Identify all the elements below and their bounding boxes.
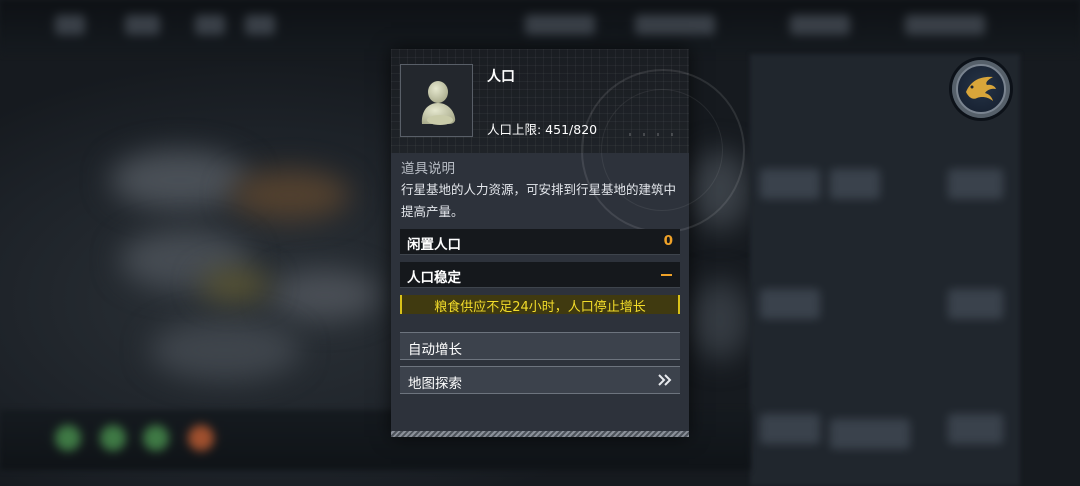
auto-growth-label: 自动增长	[408, 342, 462, 358]
population-person-icon	[421, 81, 456, 125]
popup-header: 人口 人口上限: 451/820	[391, 49, 745, 233]
idle-population-row: 闲置人口 0	[400, 229, 680, 255]
warning-text: 粮食供应不足24小时，人口停止增长	[434, 300, 646, 315]
popup-footer-stripe	[391, 431, 689, 437]
food-shortage-warning: 粮食供应不足24小时，人口停止增长	[400, 295, 680, 315]
population-capacity: 人口上限: 451/820	[487, 122, 598, 137]
double-chevron-right-icon	[658, 374, 672, 386]
map-explore-button[interactable]: 地图探索	[400, 366, 680, 394]
item-description: 行星基地的人力资源，可安排到行星基地的建筑中提高产量。	[401, 182, 677, 219]
population-info-popup: 人口 人口上限: 451/820 道具说明 行星基地的人力资源，可安排到行星基地…	[391, 49, 745, 437]
stable-dash-indicator	[661, 274, 672, 276]
popup-title: 人口	[487, 69, 515, 85]
background-right-panel	[750, 54, 1020, 486]
background-top-bar	[0, 0, 1080, 54]
idle-population-label: 闲置人口	[407, 237, 461, 253]
phoenix-emblem-icon[interactable]	[952, 60, 1010, 118]
map-explore-label: 地图探索	[408, 376, 462, 392]
idle-population-value: 0	[663, 233, 673, 249]
population-stable-row: 人口稳定	[400, 262, 680, 288]
population-icon-frame	[400, 64, 473, 137]
description-header: 道具说明	[401, 161, 455, 177]
population-stable-label: 人口稳定	[407, 270, 461, 286]
auto-growth-button[interactable]: 自动增长	[400, 332, 680, 360]
